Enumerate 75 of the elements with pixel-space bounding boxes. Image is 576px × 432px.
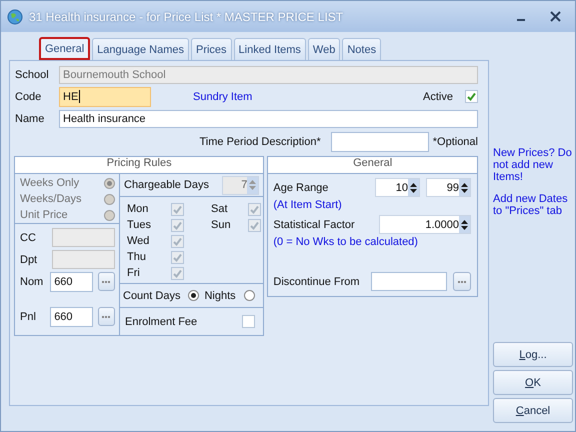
- field-label: Statistical Factor: [273, 218, 356, 230]
- item-type-text: Sundry Item: [193, 90, 252, 102]
- radio-label: Unit Price: [20, 209, 68, 221]
- date-field[interactable]: [371, 272, 447, 291]
- code-field[interactable]: 660: [50, 306, 93, 326]
- day-checkbox[interactable]: [171, 218, 184, 232]
- day-checkbox[interactable]: [248, 218, 261, 232]
- field-label: Dpt: [20, 254, 38, 266]
- day-label: Tues: [127, 219, 152, 231]
- tab[interactable]: General: [39, 37, 90, 60]
- chargeable-days-spinner[interactable]: 7: [222, 176, 260, 194]
- field-label: Name: [15, 112, 46, 124]
- age-to-spinner[interactable]: 99: [426, 178, 471, 197]
- browse-button[interactable]: [453, 272, 471, 291]
- name-field[interactable]: Health insurance: [59, 110, 478, 128]
- field-label: Age Range: [273, 182, 330, 194]
- hint-text: (0 = No Wks to be calculated): [273, 235, 419, 250]
- note-text: New Prices? Do not add new Items!: [493, 147, 573, 183]
- optional-note: *Optional: [432, 136, 478, 148]
- day-label: Mon: [127, 203, 150, 215]
- statistical-factor-spinner[interactable]: 1.0000: [379, 215, 471, 234]
- globe-icon: [7, 8, 23, 24]
- radio-button[interactable]: [104, 210, 115, 220]
- active-checkbox[interactable]: [465, 90, 478, 103]
- code-field[interactable]: 660: [50, 272, 93, 292]
- radio-button[interactable]: [188, 290, 200, 301]
- group-title: Pricing Rules: [106, 157, 172, 169]
- radio-button[interactable]: [244, 290, 255, 301]
- day-checkbox[interactable]: [171, 202, 184, 216]
- tab[interactable]: Web: [308, 38, 340, 60]
- hint-text: (At Item Start): [273, 198, 343, 213]
- day-label: Sat: [211, 203, 229, 215]
- active-label: Active: [423, 90, 453, 102]
- note-text: Add new Dates to "Prices" tab: [493, 193, 569, 217]
- day-checkbox[interactable]: [248, 202, 261, 216]
- day-label: Fri: [127, 267, 141, 279]
- code-field[interactable]: [52, 250, 115, 269]
- tab[interactable]: Notes: [342, 38, 382, 60]
- field-label: Discontinue From: [273, 276, 361, 288]
- dialog-button[interactable]: Cancel: [493, 398, 573, 423]
- day-checkbox[interactable]: [171, 266, 184, 280]
- field-label: Nom: [20, 276, 44, 288]
- field-label: Time Period Description*: [199, 136, 321, 148]
- tab[interactable]: Prices: [190, 38, 232, 60]
- enrolment-fee-checkbox[interactable]: [242, 315, 256, 328]
- close-icon[interactable]: [550, 11, 561, 22]
- tab[interactable]: Language Names: [92, 38, 189, 60]
- field-label: School: [15, 68, 50, 80]
- day-label: Sun: [211, 219, 232, 231]
- code-field[interactable]: HE: [59, 86, 151, 106]
- tab[interactable]: Linked Items: [234, 38, 306, 60]
- code-field[interactable]: [52, 228, 115, 247]
- time-period-field[interactable]: [330, 132, 429, 152]
- field-label: Enrolment Fee: [125, 316, 198, 328]
- dialog-button[interactable]: Log...: [493, 342, 573, 367]
- radio-label: Weeks/Days: [20, 193, 82, 205]
- day-checkbox[interactable]: [171, 250, 184, 264]
- radio-label: Nights: [204, 290, 236, 302]
- window-title: 31 Health insurance - for Price List * MASTER PRICE LIST: [29, 10, 344, 24]
- day-label: Thu: [127, 251, 147, 263]
- field-label: Chargeable Days: [124, 179, 209, 191]
- field-label: Code: [15, 90, 42, 102]
- age-from-spinner[interactable]: 10: [375, 178, 420, 197]
- field-label: Pnl: [20, 310, 37, 322]
- group-title: General: [353, 157, 392, 169]
- browse-button[interactable]: [98, 307, 115, 326]
- radio-button[interactable]: [104, 178, 115, 188]
- day-checkbox[interactable]: [171, 234, 184, 248]
- dialog-button[interactable]: OK: [493, 370, 573, 395]
- radio-button[interactable]: [104, 194, 115, 204]
- field-label: Count Days: [123, 290, 180, 302]
- radio-label: Weeks Only: [20, 177, 80, 189]
- day-label: Wed: [127, 235, 150, 247]
- field-label: CC: [20, 232, 37, 244]
- browse-button[interactable]: [98, 272, 115, 291]
